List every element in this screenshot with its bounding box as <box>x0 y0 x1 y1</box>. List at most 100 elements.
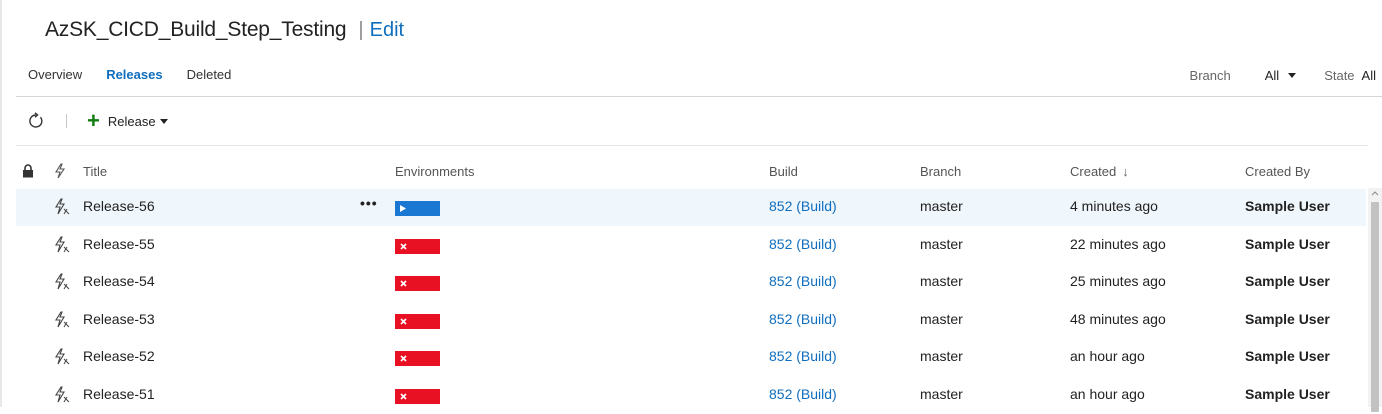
release-trigger-icon <box>53 348 71 369</box>
left-divider <box>0 0 2 407</box>
new-release-label: Release <box>107 113 156 129</box>
close-icon <box>400 355 407 362</box>
created-by-user: Sample User <box>1245 235 1330 252</box>
created-time: an hour ago <box>1070 385 1145 402</box>
release-row[interactable]: Release-52 852 (Build) master an hour ago Sa… <box>16 339 1366 376</box>
edit-link[interactable]: Edit <box>370 19 404 42</box>
close-icon <box>400 317 407 325</box>
environment-in-progress[interactable] <box>395 201 440 216</box>
build-link[interactable]: 852 (Build) <box>769 386 837 402</box>
toolbar-divider <box>16 145 1368 146</box>
column-header-created-by[interactable]: Created By <box>1245 164 1310 179</box>
release-row[interactable]: Release-51 852 (Build) master an hour ago Sa… <box>16 377 1366 414</box>
scroll-up-arrow-icon[interactable] <box>1371 190 1379 196</box>
column-header-created[interactable]: Created ↓ <box>1070 164 1129 179</box>
title-separator: | <box>358 18 364 41</box>
build-link[interactable]: 852 (Build) <box>769 273 837 289</box>
close-icon <box>400 242 407 250</box>
release-trigger-icon <box>53 385 71 407</box>
column-header-build[interactable]: Build <box>769 164 798 179</box>
branch-name: master <box>920 198 963 214</box>
tab-deleted[interactable]: Deleted <box>187 67 232 82</box>
state-filter-label: State <box>1324 68 1355 83</box>
release-title[interactable]: Release-54 <box>83 273 155 289</box>
scrollbar-thumb[interactable] <box>1371 202 1379 412</box>
column-header-branch[interactable]: Branch <box>920 164 961 179</box>
build-link[interactable]: 852 (Build) <box>769 311 837 327</box>
releases-page: AzSK_CICD_Build_Step_Testing | Edit Over… <box>0 0 1382 412</box>
branch-name: master <box>920 385 963 402</box>
release-trigger-icon <box>53 198 71 219</box>
environment-failed[interactable] <box>395 276 440 291</box>
created-by-user: Sample User <box>1245 273 1330 289</box>
release-row[interactable]: Release-56 ••• 852 (Build) master 4 minutes … <box>16 189 1366 226</box>
environment-status[interactable] <box>395 198 440 216</box>
column-header-environments[interactable]: Environments <box>395 164 474 179</box>
release-trigger-icon <box>53 310 71 332</box>
created-time: 4 minutes ago <box>1070 198 1158 214</box>
created-time: 48 minutes ago <box>1070 310 1166 327</box>
environment-failed[interactable] <box>395 351 440 366</box>
created-by-user: Sample User <box>1245 198 1330 214</box>
release-row[interactable]: Release-55 852 (Build) master 22 minutes ag… <box>16 227 1366 264</box>
release-row[interactable]: Release-54 852 (Build) master 25 minutes ag… <box>16 264 1366 301</box>
release-title[interactable]: Release-52 <box>83 348 155 364</box>
tab-releases[interactable]: Releases <box>106 67 162 82</box>
branch-filter-value: All <box>1264 68 1280 83</box>
created-by-user: Sample User <box>1245 310 1330 327</box>
release-title[interactable]: Release-56 <box>83 198 155 214</box>
toolbar-separator <box>66 114 67 128</box>
created-by-user: Sample User <box>1245 385 1330 402</box>
branch-name: master <box>920 348 963 364</box>
tab-divider <box>16 96 1382 97</box>
created-time: an hour ago <box>1070 348 1145 364</box>
environment-status[interactable] <box>395 348 440 366</box>
tab-overview[interactable]: Overview <box>28 67 82 82</box>
build-link[interactable]: 852 (Build) <box>769 348 837 364</box>
branch-filter-dropdown[interactable]: All <box>1264 68 1297 83</box>
environment-failed[interactable] <box>395 313 440 329</box>
chevron-down-icon <box>1288 73 1297 78</box>
play-icon <box>400 205 406 212</box>
branch-name: master <box>920 235 963 252</box>
environment-status[interactable] <box>395 311 440 329</box>
close-icon <box>400 392 407 400</box>
close-icon <box>400 280 407 287</box>
toolbar: + Release <box>26 109 168 133</box>
new-release-button[interactable]: + Release <box>87 108 168 133</box>
column-header-created-label: Created <box>1070 164 1117 179</box>
lightning-icon <box>53 163 67 182</box>
plus-icon: + <box>87 108 100 133</box>
created-by-user: Sample User <box>1245 348 1330 364</box>
branch-filter-label: Branch <box>1189 68 1231 83</box>
release-title[interactable]: Release-51 <box>83 386 155 402</box>
release-row[interactable]: Release-53 852 (Build) master 48 minutes ag… <box>16 302 1366 339</box>
column-header-title[interactable]: Title <box>83 164 107 179</box>
lock-icon <box>22 164 34 181</box>
refresh-icon[interactable] <box>26 111 46 131</box>
environment-status[interactable] <box>395 273 440 291</box>
filter-bar: Branch All State All <box>1190 68 1376 83</box>
environment-status[interactable] <box>395 236 440 254</box>
environment-failed[interactable] <box>395 388 440 404</box>
sort-down-arrow-icon: ↓ <box>1122 164 1129 179</box>
created-time: 25 minutes ago <box>1070 273 1166 289</box>
branch-name: master <box>920 273 963 289</box>
vertical-scrollbar[interactable] <box>1368 188 1382 412</box>
page-header: AzSK_CICD_Build_Step_Testing | Edit <box>45 16 404 44</box>
tab-bar: Overview Releases Deleted <box>28 67 231 82</box>
definition-title: AzSK_CICD_Build_Step_Testing <box>45 18 347 41</box>
created-time: 22 minutes ago <box>1070 235 1166 252</box>
state-filter-value[interactable]: All <box>1362 68 1376 83</box>
more-actions-icon[interactable]: ••• <box>360 195 378 211</box>
build-link[interactable]: 852 (Build) <box>769 198 837 214</box>
grid-header: Title Environments Build Branch Created ↓… <box>16 156 1366 188</box>
build-link[interactable]: 852 (Build) <box>769 236 837 252</box>
release-trigger-icon <box>53 235 71 257</box>
caret-down-icon <box>159 118 168 124</box>
branch-name: master <box>920 310 963 327</box>
environment-failed[interactable] <box>395 238 440 254</box>
release-title[interactable]: Release-55 <box>83 236 155 252</box>
release-title[interactable]: Release-53 <box>83 311 155 327</box>
environment-status[interactable] <box>395 386 440 404</box>
